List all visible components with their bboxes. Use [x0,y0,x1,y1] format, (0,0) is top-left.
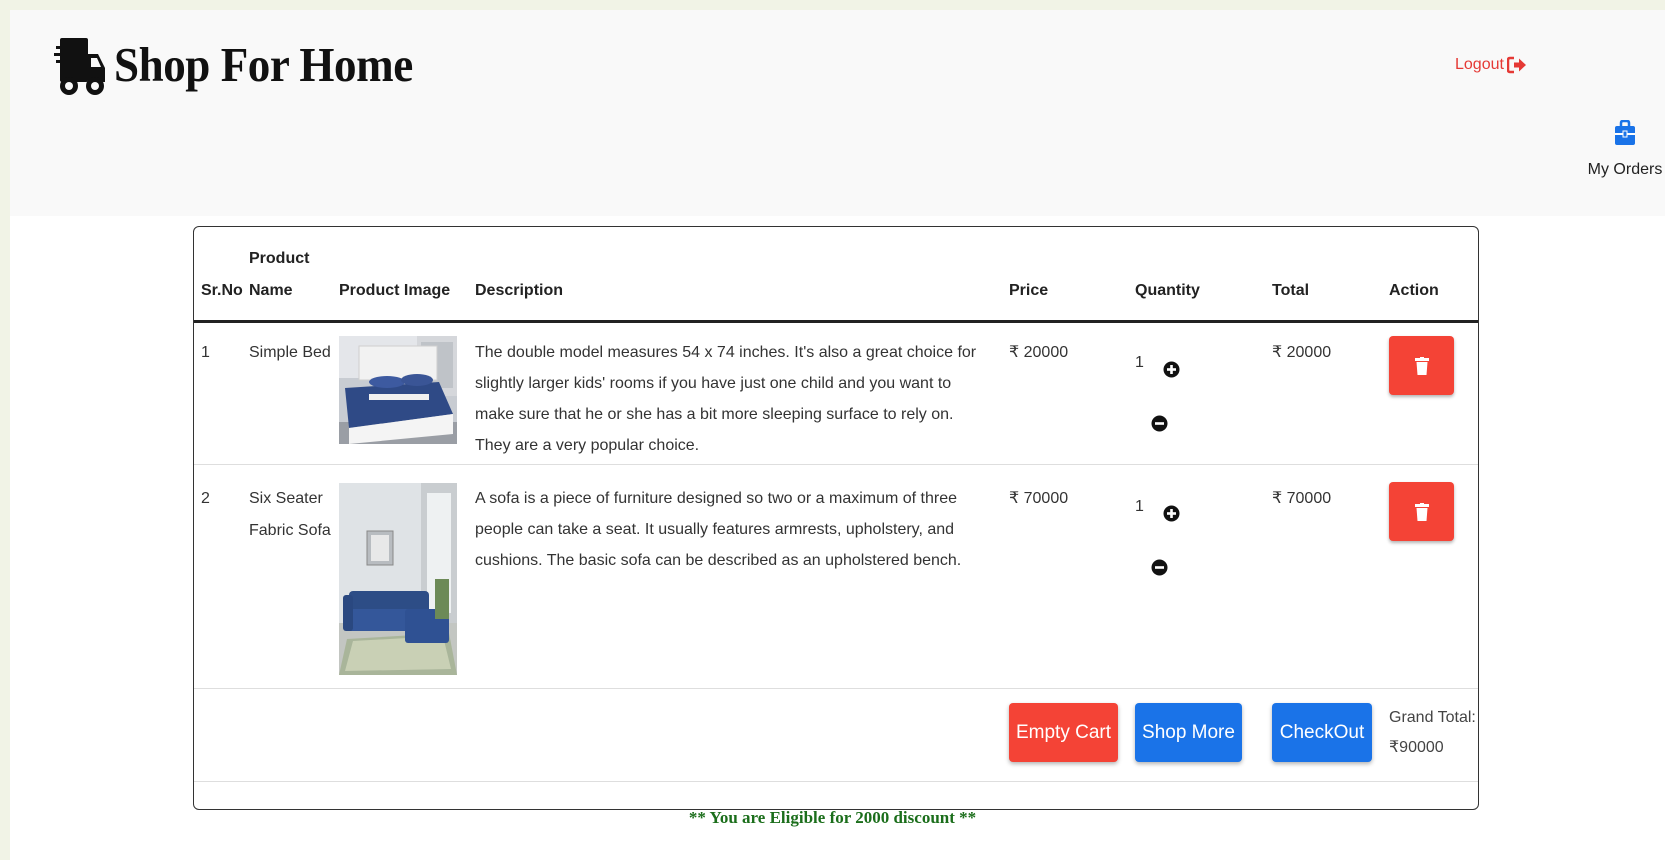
grand-total-label: Grand Total: [1389,709,1476,726]
column-header-srno: Sr.No [201,282,243,299]
page: Shop For Home Logout My Orders Sr.No Pro… [10,10,1665,860]
row-2-delete-button[interactable] [1389,482,1454,541]
header: Shop For Home Logout My Orders [10,10,1665,216]
my-orders-label: My Orders [1587,161,1663,178]
trash-icon [1414,356,1429,375]
brand[interactable]: Shop For Home [54,28,439,100]
checkout-button[interactable]: CheckOut [1272,703,1372,762]
row-2-srno: 2 [201,490,210,507]
row-1-product-name: Simple Bed [249,344,331,361]
column-header-description: Description [475,282,564,299]
row-2-product-name-line2: Fabric Sofa [249,522,331,539]
column-header-product-name-line1: Product [249,250,310,267]
row-1-total: ₹ 20000 [1272,344,1332,361]
row-2-price: ₹ 70000 [1009,490,1069,507]
trash-icon [1414,502,1429,521]
logout-link[interactable]: Logout [1455,56,1527,74]
row-divider [194,781,1478,782]
row-1-delete-button[interactable] [1389,336,1454,395]
row-2-description: A sofa is a piece of furniture designed … [475,490,962,569]
bed-product-image [339,336,457,444]
row-2-product-name-line1: Six Seater [249,490,323,507]
row-1-decrease-quantity-icon[interactable] [1151,415,1168,432]
my-orders-link[interactable]: My Orders [1585,119,1665,179]
column-header-price: Price [1009,282,1049,299]
column-header-product-name-line2: Name [249,282,293,299]
row-divider [194,688,1478,689]
briefcase-icon [1615,119,1635,145]
shop-more-button[interactable]: Shop More [1135,703,1242,762]
row-2-decrease-quantity-icon[interactable] [1151,559,1168,576]
column-header-quantity: Quantity [1135,282,1200,299]
row-1-description: The double model measures 54 x 74 inches… [475,344,977,454]
header-divider [194,320,1478,323]
discount-message: ** You are Eligible for 2000 discount ** [688,808,977,827]
empty-cart-button[interactable]: Empty Cart [1009,703,1118,762]
row-1-quantity: 1 [1135,354,1144,371]
sofa-product-image [339,483,457,675]
row-2-total: ₹ 70000 [1272,490,1332,507]
column-header-total: Total [1272,282,1310,299]
row-2-quantity: 1 [1135,498,1144,515]
column-header-product-image: Product Image [339,282,451,299]
row-divider [194,464,1478,465]
column-header-action: Action [1389,282,1439,299]
sign-out-icon [1506,56,1526,74]
grand-total-value: ₹90000 [1389,739,1444,756]
cart-table: Sr.No Product Name Product Image Descrip… [193,226,1479,810]
brand-title: Shop For Home [114,36,413,92]
row-2-increase-quantity-icon[interactable] [1163,505,1180,522]
row-1-price: ₹ 20000 [1009,344,1069,361]
row-1-srno: 1 [201,344,210,361]
logout-label: Logout [1455,56,1504,73]
truck-icon [54,38,105,95]
row-1-increase-quantity-icon[interactable] [1163,361,1180,378]
